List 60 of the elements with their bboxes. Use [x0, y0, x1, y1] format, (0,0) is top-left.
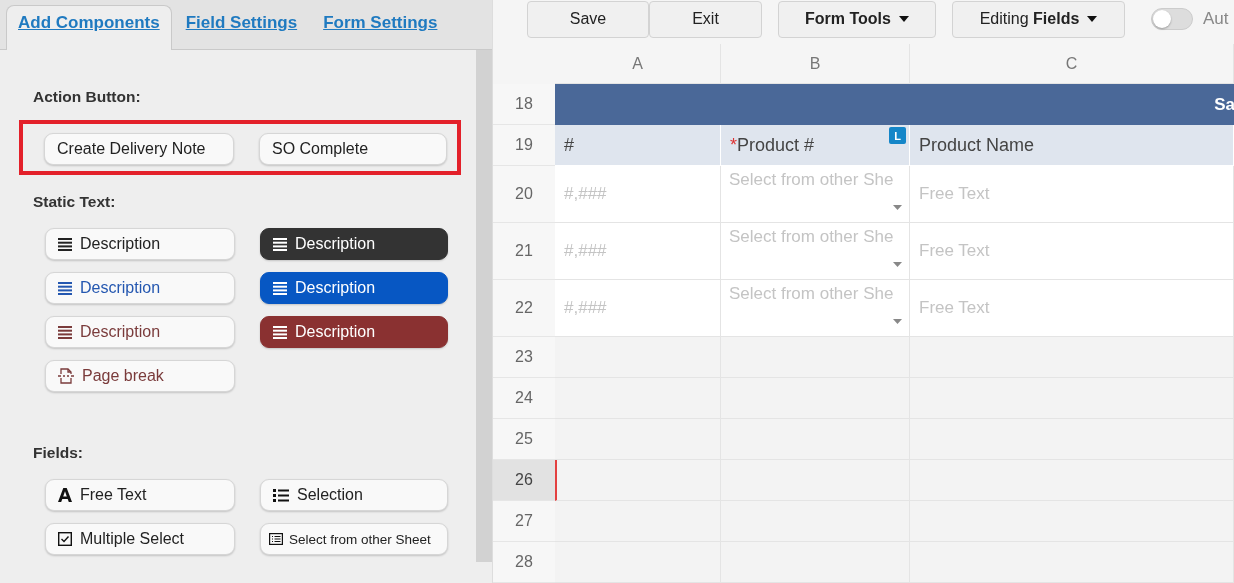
- lines-icon: [273, 281, 287, 295]
- badge: L: [889, 127, 906, 144]
- lines-icon: [273, 237, 287, 251]
- table-icon: [269, 533, 283, 545]
- action-button[interactable]: Create Delivery Note: [44, 133, 234, 165]
- description-button[interactable]: Description: [260, 272, 448, 304]
- dropdown-button[interactable]: Editing Fields: [952, 0, 1125, 38]
- lines-icon: [58, 281, 72, 295]
- column-header[interactable]: A: [555, 44, 721, 84]
- description-button[interactable]: Description: [260, 228, 448, 260]
- description-button[interactable]: Description: [260, 316, 448, 348]
- checkbox-icon: [58, 532, 72, 546]
- toolbar-button[interactable]: Exit: [649, 0, 762, 38]
- lines-icon: [273, 325, 287, 339]
- table-cell: Select from other She: [721, 280, 910, 337]
- scrollbar[interactable]: [476, 50, 492, 562]
- description-button[interactable]: Description: [45, 316, 235, 348]
- caret-icon: [898, 16, 909, 22]
- field-button[interactable]: Selection: [260, 479, 448, 511]
- field-button[interactable]: Select from other Sheet: [260, 523, 448, 555]
- column-header[interactable]: C: [910, 44, 1234, 84]
- lines-icon: [58, 325, 72, 339]
- required-marker: *: [730, 134, 737, 156]
- table-cell: #,###: [555, 223, 721, 280]
- field-button[interactable]: Multiple Select: [45, 523, 235, 555]
- toggle-switch[interactable]: [1151, 8, 1193, 30]
- table-cell: Product Name: [910, 125, 1234, 166]
- description-button[interactable]: Description: [45, 228, 235, 260]
- list-icon: [273, 488, 289, 502]
- section-heading: Fields:: [33, 444, 84, 463]
- field-button[interactable]: Free Text: [45, 479, 235, 511]
- table-cell: Free Text: [910, 223, 1234, 280]
- caret-icon: [893, 205, 902, 210]
- table-cell: Select from other She: [721, 223, 910, 280]
- table-cell: #: [555, 125, 721, 166]
- dropdown-button[interactable]: Form Tools: [778, 0, 936, 38]
- letter-icon: [58, 488, 72, 502]
- section-heading: Static Text:: [33, 193, 117, 212]
- toggle-label: Aut: [1203, 9, 1229, 29]
- table-cell: #,###: [555, 166, 721, 223]
- caret-icon: [893, 262, 902, 267]
- toolbar-button[interactable]: Save: [527, 0, 649, 38]
- row-number[interactable]: 26: [493, 460, 555, 501]
- tab[interactable]: Add Components: [6, 5, 172, 50]
- caret-icon: [893, 319, 902, 324]
- table-cell: Free Text: [910, 166, 1234, 223]
- tab[interactable]: Field Settings: [173, 5, 310, 50]
- section-heading: Action Button:: [33, 88, 142, 107]
- action-button[interactable]: SO Complete: [259, 133, 447, 165]
- tab[interactable]: Form Settings: [311, 5, 450, 50]
- table-cell: Free Text: [910, 280, 1234, 337]
- table-cell: Select from other She: [721, 166, 910, 223]
- table-cell: *Product # L: [721, 125, 910, 166]
- page-break-button[interactable]: Page break: [45, 360, 235, 392]
- page-break-icon: [58, 368, 74, 384]
- lines-icon: [58, 237, 72, 251]
- table-cell: #,###: [555, 280, 721, 337]
- column-header[interactable]: B: [721, 44, 910, 84]
- caret-icon: [1087, 16, 1098, 22]
- description-button[interactable]: Description: [45, 272, 235, 304]
